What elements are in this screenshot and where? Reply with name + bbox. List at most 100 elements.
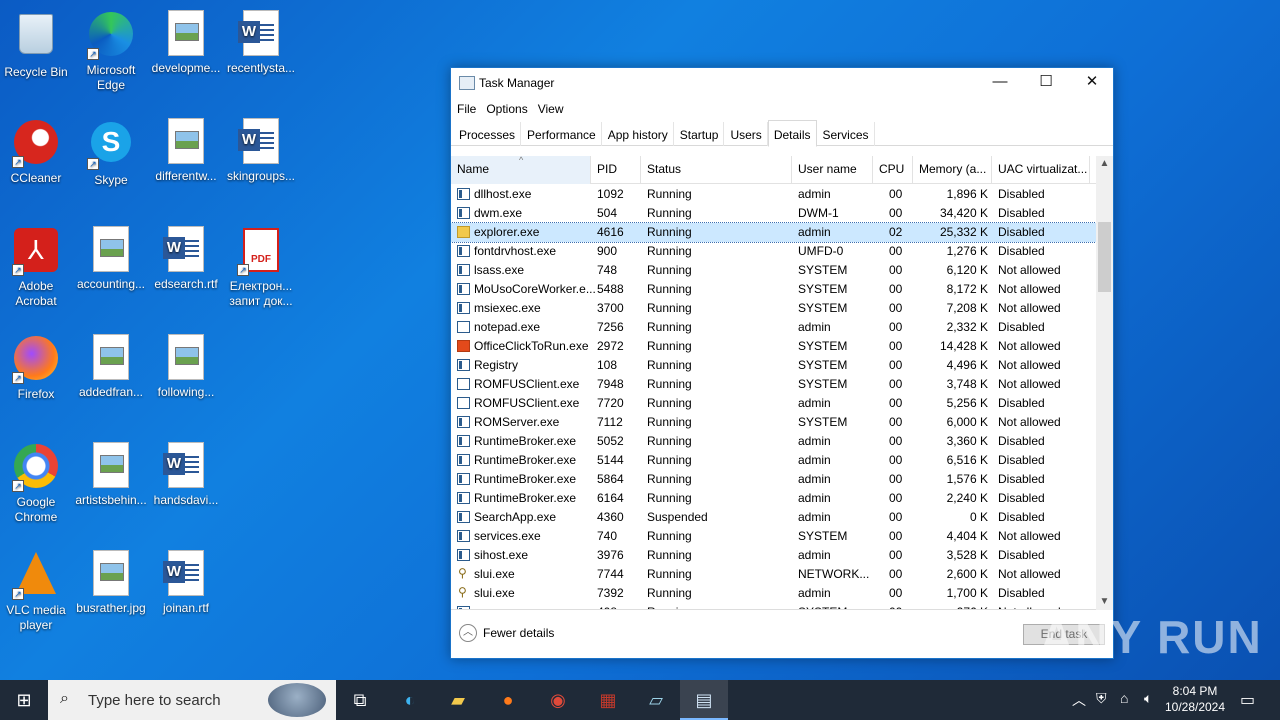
table-row[interactable]: explorer.exe 4616 Running admin 02 25,332 K Di… (451, 222, 1097, 243)
desktop-icon-addedfran[interactable]: addedfran... (74, 334, 148, 400)
column-header-status[interactable]: Status (641, 156, 792, 184)
edge-taskbar-icon[interactable]: ◐ (386, 680, 434, 720)
tab-details[interactable]: Details (767, 120, 817, 147)
desktop-icon-busrather-jpg[interactable]: busrather.jpg (74, 550, 148, 616)
table-row[interactable]: services.exe 740 Running SYSTEM 00 4,404 K Not… (451, 527, 1096, 546)
task-manager-window[interactable]: Task Manager — ☐ ✕ File Options View Proces… (450, 67, 1114, 659)
cell-memory: 1,700 K (946, 586, 988, 600)
chrome-taskbar-icon[interactable]: ◉ (534, 680, 582, 720)
cell-name: RuntimeBroker.exe (474, 434, 577, 448)
table-row[interactable]: lsass.exe 748 Running SYSTEM 00 6,120 K Not al… (451, 261, 1096, 280)
table-row[interactable]: ROMServer.exe 7112 Running SYSTEM 00 6,000 K N… (451, 413, 1096, 432)
scroll-down-icon[interactable]: ▼ (1096, 594, 1113, 610)
desktop-icon-recycle-bin[interactable]: Recycle Bin (0, 10, 73, 80)
cell-user-name: admin (798, 320, 831, 334)
cell-uac: Disabled (998, 396, 1045, 410)
desktop-icon-differentw[interactable]: differentw... (149, 118, 223, 184)
table-row[interactable]: RuntimeBroker.exe 6164 Running admin 00 2,240… (451, 489, 1096, 508)
desktop-icon-microsoft-edge[interactable]: ↗ Microsoft Edge (74, 10, 148, 93)
notifications-icon[interactable]: ▭ (1240, 690, 1255, 710)
maximize-button[interactable]: ☐ (1023, 68, 1069, 98)
tab-processes[interactable]: Processes (453, 122, 522, 146)
scroll-up-icon[interactable]: ▲ (1096, 156, 1113, 172)
scrollbar-thumb[interactable] (1098, 222, 1111, 292)
desktop-icon-label: joinan.rtf (162, 601, 210, 615)
column-header-name[interactable]: Name ^ (451, 156, 591, 184)
table-row[interactable]: slui.exe 7744 Running NETWORK... 00 2,600 K No… (451, 565, 1096, 584)
table-row[interactable]: OfficeClickToRun.exe 2972 Running SYSTEM 00 1… (451, 337, 1096, 356)
clock[interactable]: 8:04 PM 10/28/2024 (1150, 683, 1240, 715)
chevron-up-tray-icon[interactable]: ︿ (1072, 690, 1086, 710)
table-row[interactable]: ROMFUSClient.exe 7720 Running admin 00 5,256 … (451, 394, 1096, 413)
shortcut-arrow-icon: ↗ (237, 264, 249, 276)
vertical-scrollbar[interactable]: ▲ ▼ (1096, 156, 1113, 610)
fewer-details-button[interactable]: ︿ Fewer details (459, 624, 554, 644)
tab-services[interactable]: Services (817, 122, 875, 146)
table-row[interactable]: SearchApp.exe 4360 Suspended admin 00 0 K Disa… (451, 508, 1096, 527)
table-row[interactable]: notepad.exe 7256 Running admin 00 2,332 K Disa… (451, 318, 1096, 337)
desktop-icon-accounting[interactable]: accounting... (74, 226, 148, 292)
task-view-icon[interactable]: ⧉ (336, 680, 384, 720)
minimize-button[interactable]: — (977, 68, 1023, 98)
tab-users[interactable]: Users (724, 122, 768, 146)
table-row[interactable]: RuntimeBroker.exe 5052 Running admin 00 3,360… (451, 432, 1096, 451)
desktop-icon-ccleaner[interactable]: ↗ CCleaner (0, 118, 73, 186)
desktop-icon-artistsbehin[interactable]: artistsbehin... (74, 442, 148, 508)
menu-options[interactable]: Options (486, 98, 533, 116)
table-row[interactable]: RuntimeBroker.exe 5864 Running admin 00 1,576… (451, 470, 1096, 489)
column-header-cpu[interactable]: CPU (873, 156, 913, 184)
desktop-icon-електрон-запит-док[interactable]: PDF ↗ Електрон... запит док... (224, 226, 298, 309)
column-header-uac-virtualization[interactable]: UAC virtualizat... (992, 156, 1090, 184)
table-row[interactable]: dwm.exe 504 Running DWM-1 00 34,420 K Disabled (451, 204, 1096, 223)
desktop-icon-google-chrome[interactable]: ↗ Google Chrome (0, 442, 73, 525)
column-header-memory[interactable]: Memory (a... (913, 156, 992, 184)
desktop-icon-following[interactable]: following... (149, 334, 223, 400)
desktop-icon-vlc-media-player[interactable]: ↗ VLC media player (0, 550, 73, 633)
table-row[interactable]: fontdrvhost.exe 900 Running UMFD-0 00 1,276 K… (451, 242, 1096, 261)
table-row[interactable]: msiexec.exe 3700 Running SYSTEM 00 7,208 K Not… (451, 299, 1096, 318)
winrar-taskbar-icon[interactable]: ▦ (584, 680, 632, 720)
start-button[interactable]: ⊞ (0, 680, 48, 720)
tab-app-history[interactable]: App history (602, 122, 674, 146)
cell-cpu: 00 (889, 263, 903, 277)
table-row[interactable]: Registry 108 Running SYSTEM 00 4,496 K Not all… (451, 356, 1096, 375)
tab-startup[interactable]: Startup (674, 122, 725, 146)
menu-view[interactable]: View (538, 98, 570, 116)
close-button[interactable]: ✕ (1069, 68, 1115, 98)
table-row[interactable]: sihost.exe 3976 Running admin 00 3,528 K Disab… (451, 546, 1096, 565)
details-table: Name ^ PID Status User name CPU Memory (a... UA… (451, 156, 1113, 610)
desktop-icon-label: skingroups... (226, 169, 296, 183)
desktop-icon-firefox[interactable]: ↗ Firefox (0, 334, 73, 402)
desktop-icon-handsdavi[interactable]: Whandsdavi... (149, 442, 223, 508)
desktop-icon-label: handsdavi... (153, 493, 219, 507)
menu-file[interactable]: File (457, 98, 482, 116)
cell-user-name: SYSTEM (798, 415, 848, 429)
column-header-pid[interactable]: PID (591, 156, 641, 184)
file-explorer-taskbar-icon[interactable]: ▰ (434, 680, 482, 720)
desktop-icon-adobe-acrobat[interactable]: ⅄ ↗ Adobe Acrobat (0, 226, 73, 309)
table-row[interactable]: smss.exe408RunningSYSTEM00276 KNot allow… (451, 603, 1096, 609)
cell-name: smss.exe (474, 605, 596, 609)
firefox-taskbar-icon[interactable]: ● (484, 680, 532, 720)
desktop-icon-edsearch-rtf[interactable]: Wedsearch.rtf (149, 226, 223, 292)
column-header-user-name[interactable]: User name (792, 156, 873, 184)
table-row[interactable]: MoUsoCoreWorker.e... 5488 Running SYSTEM 00 8… (451, 280, 1096, 299)
task-manager-taskbar-icon[interactable]: ▤ (680, 680, 728, 720)
desktop-icon-joinan-rtf[interactable]: Wjoinan.rtf (149, 550, 223, 616)
table-row[interactable]: ROMFUSClient.exe 7948 Running SYSTEM 00 3,748… (451, 375, 1096, 394)
table-row[interactable]: dllhost.exe 1092 Running admin 00 1,896 K Disa… (451, 185, 1096, 204)
title-bar[interactable]: Task Manager — ☐ ✕ (451, 68, 1113, 98)
tab-performance[interactable]: Performance (521, 122, 602, 146)
table-row[interactable]: RuntimeBroker.exe 5144 Running admin 00 6,516… (451, 451, 1096, 470)
network-icon[interactable]: ⌂ (1120, 690, 1128, 706)
desktop-icon-recentlysta[interactable]: Wrecentlysta... (224, 10, 298, 76)
desktop-icon-skype[interactable]: S ↗ Skype (74, 118, 148, 188)
desktop-icon-developme[interactable]: developme... (149, 10, 223, 76)
search-box[interactable]: ⌕ Type here to search (48, 680, 336, 720)
desktop-icon-skingroups[interactable]: Wskingroups... (224, 118, 298, 184)
security-tray-icon[interactable]: ⛨ (1096, 690, 1107, 707)
cell-uac: Not allowed (998, 567, 1061, 581)
cell-uac: Disabled (998, 434, 1045, 448)
table-row[interactable]: slui.exe 7392 Running admin 00 1,700 K Disable… (451, 584, 1096, 603)
notepad-taskbar-icon[interactable]: ▱ (632, 680, 680, 720)
